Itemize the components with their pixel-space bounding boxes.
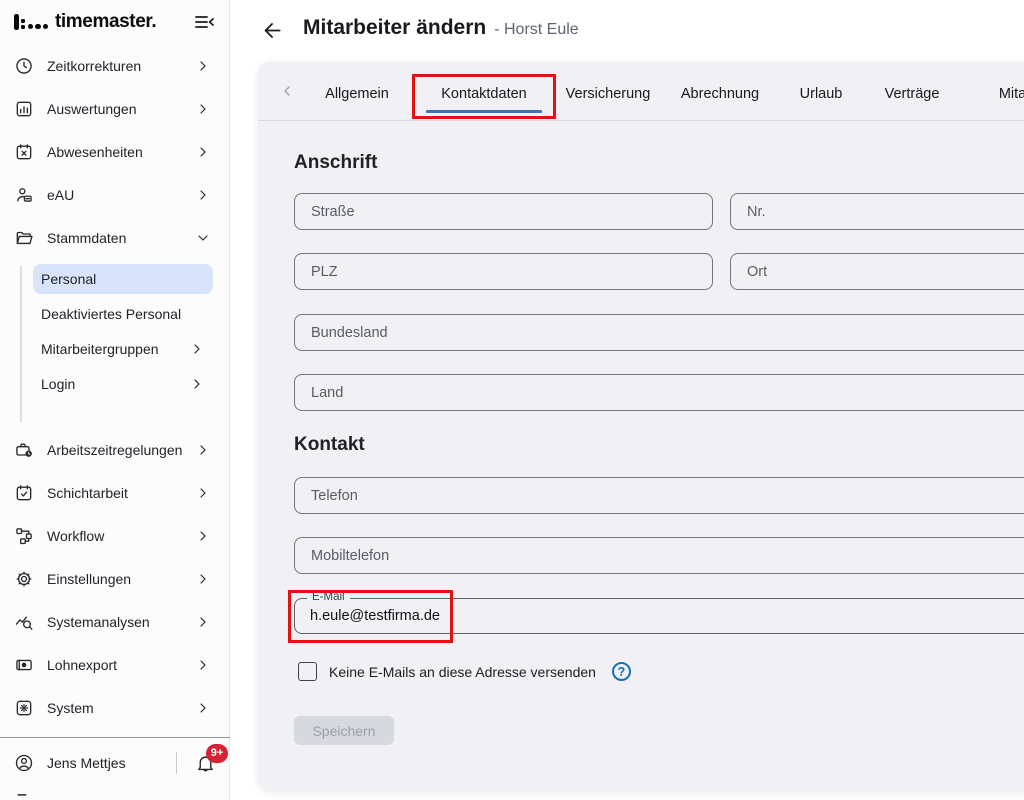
notification-badge: 9+ bbox=[206, 744, 228, 763]
sidebar-item-schichtarbeit[interactable]: Schichtarbeit bbox=[0, 471, 229, 514]
chevron-left-icon[interactable] bbox=[276, 83, 298, 99]
email-input[interactable] bbox=[295, 599, 1024, 633]
chevron-right-icon bbox=[195, 485, 211, 501]
email-field: E-Mail bbox=[294, 598, 1024, 634]
page-title: Mitarbeiter ändern bbox=[303, 16, 486, 40]
tab-abrechnung[interactable]: Abrechnung bbox=[664, 62, 776, 121]
chevron-right-icon bbox=[195, 700, 211, 716]
timemaster-logo-mark bbox=[14, 14, 48, 30]
chevron-right-icon bbox=[195, 58, 211, 74]
folder-open-icon bbox=[14, 228, 34, 248]
brand-row: timemaster. bbox=[0, 0, 229, 44]
tab-kontaktdaten[interactable]: Kontaktdaten bbox=[416, 62, 552, 121]
no-email-checkbox-label: Keine E-Mails an diese Adresse versenden bbox=[329, 664, 596, 680]
sidebar-item-deaktiviertes-personal[interactable]: Deaktiviertes Personal bbox=[33, 299, 213, 329]
sidebar-item-eau[interactable]: eAU bbox=[0, 173, 229, 216]
clock-icon bbox=[14, 56, 34, 76]
sidebar-item-stammdaten[interactable]: Stammdaten bbox=[0, 216, 229, 259]
ort-input[interactable] bbox=[730, 253, 1024, 290]
banknote-icon bbox=[14, 655, 34, 675]
submenu-guide-line bbox=[20, 266, 22, 422]
gear-icon bbox=[14, 569, 34, 589]
bell-icon[interactable]: 9+ bbox=[195, 753, 216, 774]
page-header: Mitarbeiter ändern - Horst Eule bbox=[303, 16, 579, 40]
stammdaten-submenu: Personal Deaktiviertes Personal Mitarbei… bbox=[0, 264, 229, 424]
sidebar-footer: Jens Mettjes 9+ bbox=[0, 744, 230, 782]
sidebar-item-einstellungen[interactable]: Einstellungen bbox=[0, 557, 229, 600]
footer-divider bbox=[176, 752, 177, 774]
tab-allgemein[interactable]: Allgemein bbox=[298, 62, 416, 121]
employee-edit-card: Allgemein Kontaktdaten Versicherung Abre… bbox=[258, 62, 1024, 790]
bundesland-input[interactable] bbox=[294, 314, 1024, 351]
tab-bar: Allgemein Kontaktdaten Versicherung Abre… bbox=[258, 62, 1024, 121]
chevron-right-icon bbox=[195, 614, 211, 630]
help-circle-icon[interactable]: ? bbox=[612, 662, 631, 681]
sidebar-item-zeitkorrekturen[interactable]: Zeitkorrekturen bbox=[0, 44, 229, 87]
calendar-x-icon bbox=[14, 142, 34, 162]
sidebar-nav: Zeitkorrekturen Auswertungen Abwesenheit… bbox=[0, 44, 229, 729]
brand-name: timemaster. bbox=[55, 11, 156, 33]
workflow-icon bbox=[14, 526, 34, 546]
chevron-right-icon bbox=[195, 101, 211, 117]
user-circle-icon bbox=[14, 753, 34, 773]
mobiltelefon-input[interactable] bbox=[294, 537, 1024, 574]
page-subtitle: - Horst Eule bbox=[494, 21, 578, 39]
chart-search-icon bbox=[14, 612, 34, 632]
plz-input[interactable] bbox=[294, 253, 713, 290]
sidebar-footer-divider bbox=[0, 737, 230, 738]
bar-chart-icon bbox=[14, 99, 34, 119]
sidebar: timemaster. Zeitkorrekturen Auswertungen bbox=[0, 0, 230, 800]
active-tab-underline bbox=[426, 110, 542, 113]
chevron-right-icon bbox=[195, 442, 211, 458]
tab-vertraege[interactable]: Verträge bbox=[866, 62, 958, 121]
email-field-label: E-Mail bbox=[307, 591, 350, 603]
no-email-checkbox[interactable] bbox=[298, 662, 317, 681]
sidebar-item-arbeitszeitregelungen[interactable]: Arbeitszeitregelungen bbox=[0, 428, 229, 471]
sidebar-item-lohnexport[interactable]: Lohnexport bbox=[0, 643, 229, 686]
nr-input[interactable] bbox=[730, 193, 1024, 230]
no-email-checkbox-row: Keine E-Mails an diese Adresse versenden… bbox=[298, 662, 631, 681]
sidebar-item-workflow[interactable]: Workflow bbox=[0, 514, 229, 557]
chevron-right-icon bbox=[195, 657, 211, 673]
tab-urlaub[interactable]: Urlaub bbox=[776, 62, 866, 121]
sidebar-item-mitarbeitergruppen[interactable]: Mitarbeitergruppen bbox=[33, 334, 213, 364]
calendar-check-icon bbox=[14, 483, 34, 503]
person-card-icon bbox=[14, 185, 34, 205]
briefcase-clock-icon bbox=[14, 440, 34, 460]
user-name[interactable]: Jens Mettjes bbox=[47, 755, 176, 771]
chevron-right-icon bbox=[189, 341, 205, 357]
telefon-input[interactable] bbox=[294, 477, 1024, 514]
land-input[interactable] bbox=[294, 374, 1024, 411]
clipped-bottom-icon bbox=[14, 792, 34, 800]
section-title-anschrift: Anschrift bbox=[294, 152, 377, 174]
sidebar-item-login[interactable]: Login bbox=[33, 369, 213, 399]
chevron-right-icon bbox=[195, 528, 211, 544]
chevron-right-icon bbox=[189, 376, 205, 392]
strasse-input[interactable] bbox=[294, 193, 713, 230]
sidebar-item-abwesenheiten[interactable]: Abwesenheiten bbox=[0, 130, 229, 173]
sidebar-item-system[interactable]: System bbox=[0, 686, 229, 729]
chevron-right-icon bbox=[195, 571, 211, 587]
menu-fold-icon[interactable] bbox=[193, 12, 215, 32]
back-arrow-icon[interactable] bbox=[261, 19, 284, 42]
section-title-kontakt: Kontakt bbox=[294, 434, 365, 456]
system-gear-icon bbox=[14, 698, 34, 718]
chevron-down-icon bbox=[195, 230, 211, 246]
sidebar-item-systemanalysen[interactable]: Systemanalysen bbox=[0, 600, 229, 643]
tab-mitarbeiter[interactable]: Mitarbe bbox=[958, 62, 1024, 121]
chevron-right-icon bbox=[195, 187, 211, 203]
tab-versicherung[interactable]: Versicherung bbox=[552, 62, 664, 121]
sidebar-item-personal[interactable]: Personal bbox=[33, 264, 213, 294]
chevron-right-icon bbox=[195, 144, 211, 160]
save-button[interactable]: Speichern bbox=[294, 716, 394, 745]
sidebar-item-auswertungen[interactable]: Auswertungen bbox=[0, 87, 229, 130]
